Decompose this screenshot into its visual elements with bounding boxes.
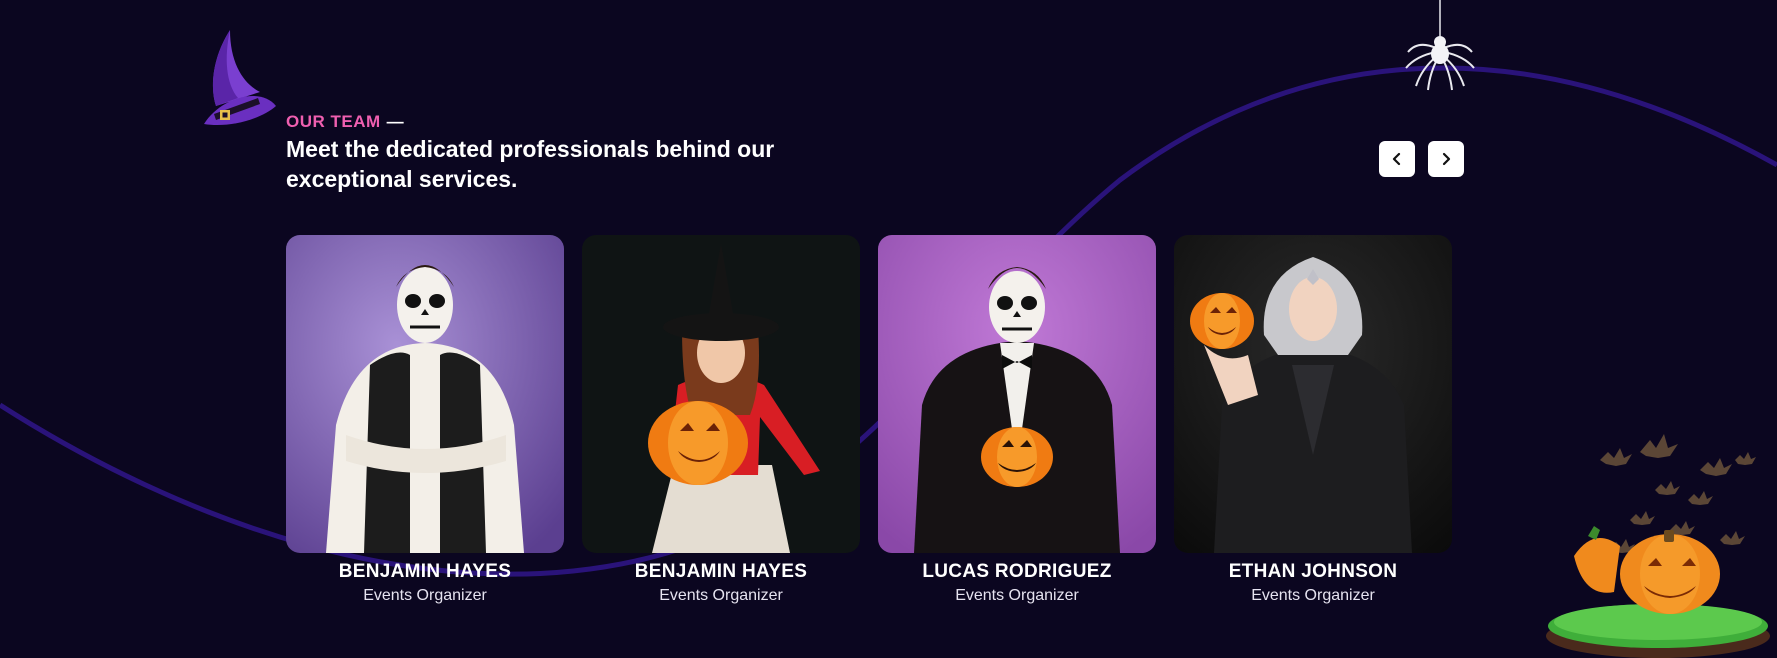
team-carousel: BENJAMIN HAYES Events Organizer BENJAMIN… bbox=[286, 235, 1452, 605]
team-card[interactable]: BENJAMIN HAYES Events Organizer bbox=[286, 235, 564, 605]
chevron-right-icon bbox=[1442, 152, 1451, 166]
team-member-name: ETHAN JOHNSON bbox=[1228, 561, 1398, 582]
team-member-photo[interactable] bbox=[1174, 235, 1452, 553]
team-member-photo[interactable] bbox=[286, 235, 564, 553]
leather-woman-pumpkin-image bbox=[1174, 235, 1452, 553]
section-eyebrow: OUR TEAM — bbox=[286, 112, 404, 132]
team-card[interactable]: LUCAS RODRIGUEZ Events Organizer bbox=[878, 235, 1156, 605]
carousel-prev-button[interactable] bbox=[1379, 141, 1415, 177]
team-member-name: BENJAMIN HAYES bbox=[634, 561, 808, 582]
eyebrow-dash: — bbox=[386, 112, 405, 131]
pumpkin-bats-icon bbox=[1546, 434, 1770, 658]
skull-tuxedo-man-image bbox=[878, 235, 1156, 553]
witch-hat-icon bbox=[204, 30, 276, 126]
team-card[interactable]: BENJAMIN HAYES Events Organizer bbox=[582, 235, 860, 605]
team-member-role: Events Organizer bbox=[659, 587, 783, 604]
team-member-role: Events Organizer bbox=[955, 587, 1079, 604]
section-eyebrow-label: OUR TEAM bbox=[286, 112, 381, 131]
team-card[interactable]: ETHAN JOHNSON Events Organizer bbox=[1174, 235, 1452, 605]
skull-face-man-image bbox=[286, 235, 564, 553]
team-member-photo[interactable] bbox=[582, 235, 860, 553]
team-member-role: Events Organizer bbox=[1251, 587, 1375, 604]
team-member-name: BENJAMIN HAYES bbox=[338, 561, 512, 582]
witch-woman-image bbox=[582, 235, 860, 553]
team-member-name: LUCAS RODRIGUEZ bbox=[922, 561, 1112, 582]
carousel-next-button[interactable] bbox=[1428, 141, 1464, 177]
chevron-left-icon bbox=[1392, 152, 1401, 166]
team-member-photo[interactable] bbox=[878, 235, 1156, 553]
team-member-role: Events Organizer bbox=[363, 587, 487, 604]
spider-icon bbox=[1405, 0, 1475, 91]
section-headline: Meet the dedicated professionals behind … bbox=[286, 136, 775, 192]
